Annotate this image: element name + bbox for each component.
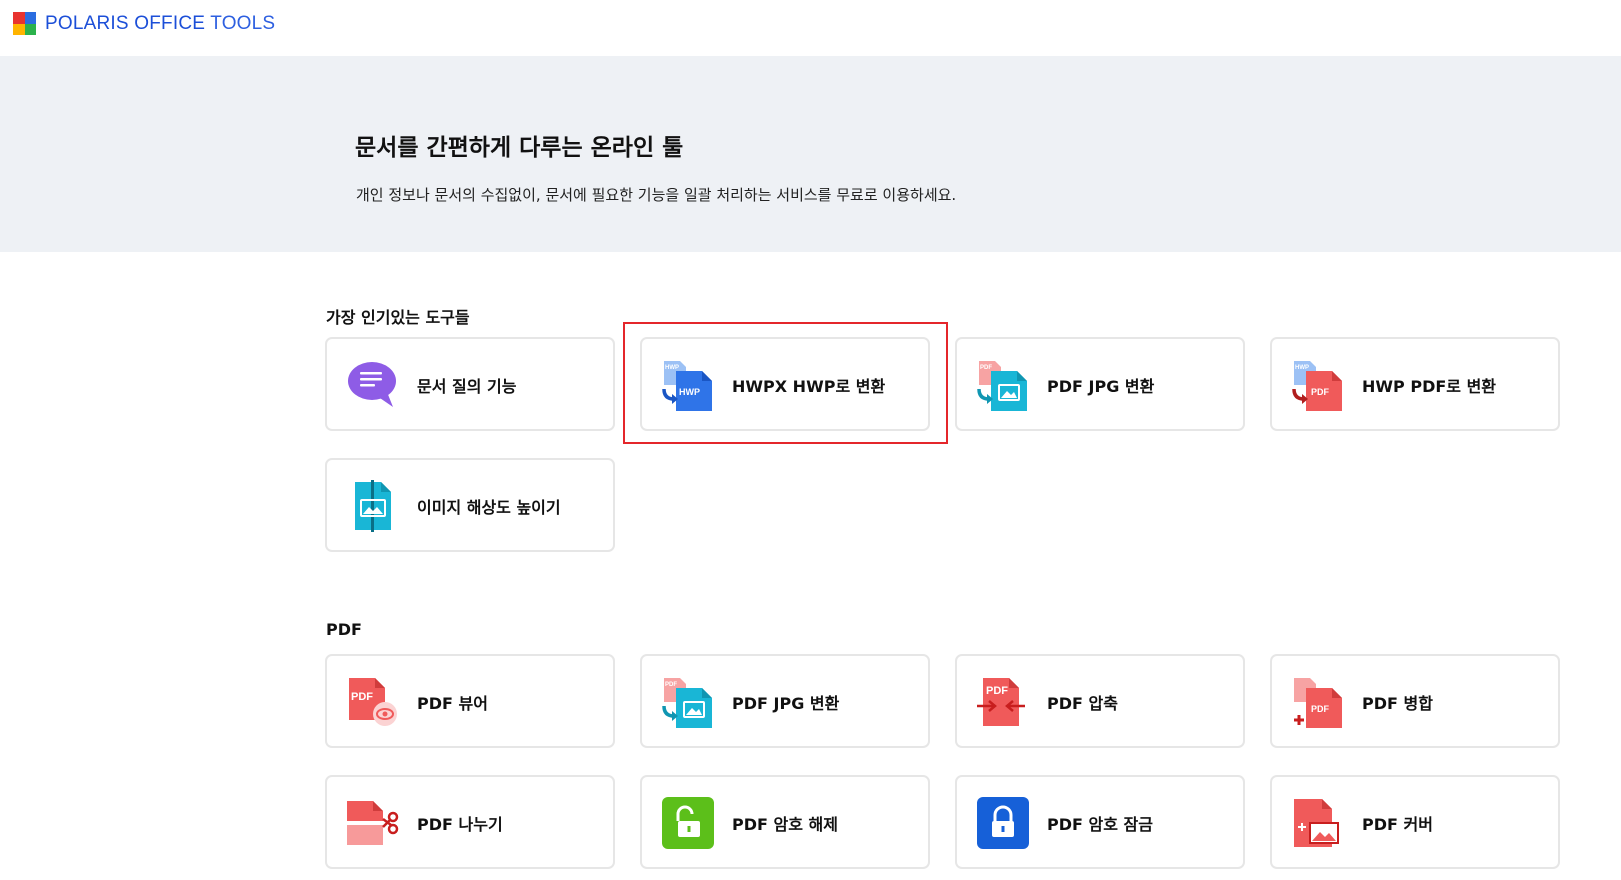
tool-card-pdf-compress[interactable]: PDF PDF 압축	[955, 654, 1245, 748]
brand-logo[interactable]: POLARIS OFFICE TOOLS	[13, 12, 275, 35]
section-title-popular: 가장 인기있는 도구들	[326, 308, 470, 327]
chat-bubble-icon	[347, 359, 399, 411]
icon-caption: PDF	[1311, 704, 1330, 714]
hero-subtitle: 개인 정보나 문서의 수집없이, 문서에 필요한 기능을 일괄 처리하는 서비스…	[356, 186, 957, 204]
brand-name-main: POLARIS OFFICE	[45, 12, 206, 34]
pdf-unlock-icon	[662, 797, 714, 849]
tool-card-pdf-to-jpg[interactable]: PDF PDF JPG 변환	[955, 337, 1245, 431]
tool-card-pdf-unlock[interactable]: PDF 암호 해제	[640, 775, 930, 869]
pdf-compress-icon: PDF	[977, 676, 1029, 728]
pdf-lock-icon	[977, 797, 1029, 849]
tool-card-hwpx-to-hwp[interactable]: HWP HWP HWPX HWP로 변환	[640, 337, 930, 431]
tool-label: HWP PDF로 변환	[1362, 377, 1497, 396]
tool-card-document-qa[interactable]: 문서 질의 기능	[325, 337, 615, 431]
tool-card-pdf-merge[interactable]: PDF PDF 병합	[1270, 654, 1560, 748]
pdf-cover-icon	[1292, 797, 1344, 849]
pdf-split-icon	[347, 797, 399, 849]
hwpx-to-hwp-icon: HWP HWP	[662, 359, 714, 411]
section-title-pdf: PDF	[326, 620, 362, 639]
tool-label: HWPX HWP로 변환	[732, 377, 886, 396]
tool-label: PDF 암호 해제	[732, 815, 838, 834]
svg-text:HWP: HWP	[1295, 365, 1309, 371]
pdf-to-jpg-icon: PDF	[662, 676, 714, 728]
svg-text:PDF: PDF	[986, 685, 1008, 697]
tool-label: PDF 압축	[1047, 694, 1118, 713]
icon-caption: PDF	[351, 691, 373, 703]
tool-card-pdf-to-jpg-2[interactable]: PDF PDF JPG 변환	[640, 654, 930, 748]
hero-title: 문서를 간편하게 다루는 온라인 툴	[355, 135, 684, 161]
svg-text:PDF: PDF	[665, 682, 677, 688]
tool-card-pdf-viewer[interactable]: PDF PDF 뷰어	[325, 654, 615, 748]
brand-name: POLARIS OFFICE TOOLS	[45, 13, 275, 35]
tool-card-hwp-to-pdf[interactable]: HWP PDF HWP PDF로 변환	[1270, 337, 1560, 431]
pdf-to-jpg-icon: PDF	[977, 359, 1029, 411]
tool-label: PDF 나누기	[417, 815, 503, 834]
tool-card-image-upscale[interactable]: 이미지 해상도 높이기	[325, 458, 615, 552]
icon-caption: PDF	[1311, 387, 1330, 397]
tool-label: PDF JPG 변환	[732, 694, 840, 713]
tool-label: PDF 뷰어	[417, 694, 488, 713]
tool-label: PDF JPG 변환	[1047, 377, 1155, 396]
tool-card-pdf-split[interactable]: PDF 나누기	[325, 775, 615, 869]
pdf-merge-icon: PDF	[1292, 676, 1344, 728]
brand-name-suffix: TOOLS	[205, 12, 276, 34]
tool-label: PDF 암호 잠금	[1047, 815, 1153, 834]
svg-text:PDF: PDF	[980, 365, 992, 371]
tool-label: 문서 질의 기능	[417, 377, 517, 396]
tool-card-pdf-cover[interactable]: PDF 커버	[1270, 775, 1560, 869]
tool-label: 이미지 해상도 높이기	[417, 498, 561, 517]
hwp-to-pdf-icon: HWP PDF	[1292, 359, 1344, 411]
top-header: POLARIS OFFICE TOOLS	[0, 0, 1621, 56]
tool-card-pdf-lock[interactable]: PDF 암호 잠금	[955, 775, 1245, 869]
tool-label: PDF 병합	[1362, 694, 1433, 713]
icon-caption: HWP	[679, 387, 700, 397]
tool-label: PDF 커버	[1362, 815, 1433, 834]
image-upscale-icon	[347, 480, 399, 532]
pdf-viewer-icon: PDF	[347, 676, 399, 728]
hero-banner: 문서를 간편하게 다루는 온라인 툴 개인 정보나 문서의 수집없이, 문서에 …	[0, 56, 1621, 252]
svg-text:HWP: HWP	[665, 365, 679, 371]
polaris-logo-icon	[13, 12, 36, 35]
